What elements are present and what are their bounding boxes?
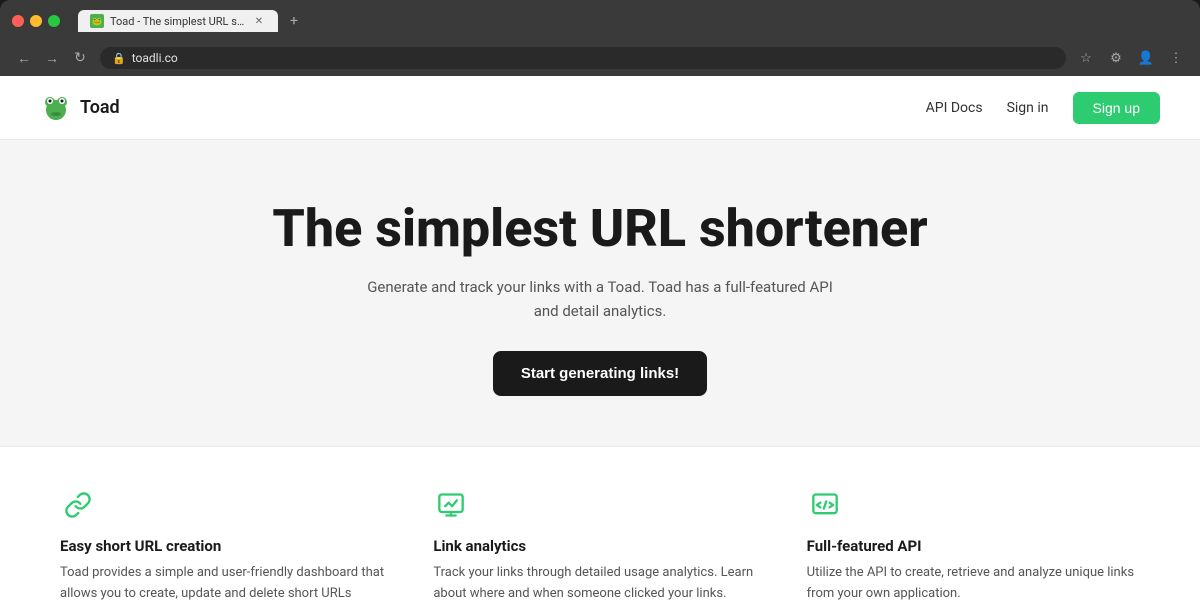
features-section: Easy short URL creation Toad provides a … <box>0 446 1200 600</box>
sign-up-button[interactable]: Sign up <box>1073 92 1160 124</box>
nav-buttons: ← → ↻ <box>12 46 92 70</box>
feature-url-creation: Easy short URL creation Toad provides a … <box>60 487 393 600</box>
toolbar-actions: ☆ ⚙ 👤 ⋮ <box>1074 46 1188 70</box>
site-navbar: Toad API Docs Sign in Sign up <box>0 76 1200 140</box>
feature-api: Full-featured API Utilize the API to cre… <box>807 487 1140 600</box>
feature-api-title: Full-featured API <box>807 537 1140 555</box>
feature-analytics: Link analytics Track your links through … <box>433 487 766 600</box>
site-logo: Toad <box>40 92 120 124</box>
tab-close-button[interactable]: ✕ <box>252 14 266 28</box>
menu-button[interactable]: ⋮ <box>1164 46 1188 70</box>
feature-url-desc: Toad provides a simple and user-friendly… <box>60 563 393 600</box>
lock-icon: 🔒 <box>112 52 126 65</box>
hero-title: The simplest URL shortener <box>40 200 1160 257</box>
address-bar[interactable]: 🔒 toadli.co <box>100 47 1066 69</box>
api-docs-link[interactable]: API Docs <box>926 100 983 116</box>
active-tab[interactable]: 🐸 Toad - The simplest URL shor... ✕ <box>78 10 278 32</box>
hero-section: The simplest URL shortener Generate and … <box>0 140 1200 446</box>
feature-analytics-desc: Track your links through detailed usage … <box>433 563 766 600</box>
api-icon <box>807 487 843 523</box>
link-icon <box>60 487 96 523</box>
feature-api-desc: Utilize the API to create, retrieve and … <box>807 563 1140 600</box>
maximize-button[interactable] <box>48 15 60 27</box>
hero-cta-button[interactable]: Start generating links! <box>493 351 707 396</box>
page-content: Toad API Docs Sign in Sign up The simple… <box>0 76 1200 600</box>
feature-url-title: Easy short URL creation <box>60 537 393 555</box>
traffic-lights <box>12 15 60 27</box>
tab-favicon: 🐸 <box>90 14 104 28</box>
analytics-icon <box>433 487 469 523</box>
feature-analytics-title: Link analytics <box>433 537 766 555</box>
logo-text: Toad <box>80 97 120 118</box>
tab-title: Toad - The simplest URL shor... <box>110 15 246 28</box>
browser-toolbar: ← → ↻ 🔒 toadli.co ☆ ⚙ 👤 ⋮ <box>0 40 1200 76</box>
profile-button[interactable]: 👤 <box>1134 46 1158 70</box>
reload-button[interactable]: ↻ <box>68 46 92 70</box>
minimize-button[interactable] <box>30 15 42 27</box>
hero-subtitle: Generate and track your links with a Toa… <box>360 275 840 323</box>
bookmark-button[interactable]: ☆ <box>1074 46 1098 70</box>
new-tab-button[interactable]: + <box>284 11 304 31</box>
sign-in-link[interactable]: Sign in <box>1007 100 1049 116</box>
browser-window: 🐸 Toad - The simplest URL shor... ✕ + ← … <box>0 0 1200 600</box>
browser-titlebar: 🐸 Toad - The simplest URL shor... ✕ + <box>0 0 1200 40</box>
close-button[interactable] <box>12 15 24 27</box>
url-text: toadli.co <box>132 51 178 65</box>
tab-bar: 🐸 Toad - The simplest URL shor... ✕ + <box>78 10 1188 32</box>
nav-links: API Docs Sign in Sign up <box>926 92 1160 124</box>
extensions-button[interactable]: ⚙ <box>1104 46 1128 70</box>
logo-icon <box>40 92 72 124</box>
back-button[interactable]: ← <box>12 46 36 70</box>
forward-button[interactable]: → <box>40 46 64 70</box>
